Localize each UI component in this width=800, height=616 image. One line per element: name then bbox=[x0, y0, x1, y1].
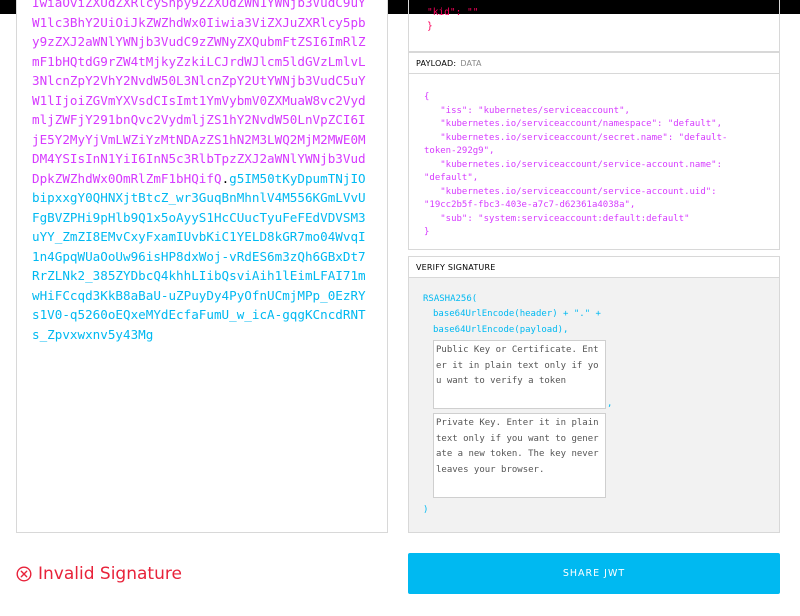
encoded-payload-segment: IwiaOviZXUdZXRlcyShpy9ZZXUdZWN1YWNjb3Vud… bbox=[32, 0, 366, 186]
verify-payload-line: base64UrlEncode(payload), bbox=[433, 325, 569, 335]
verify-comma: , bbox=[607, 399, 613, 409]
private-key-input[interactable]: Private Key. Enter it in plain text only… bbox=[433, 413, 606, 498]
payload-section-label: PAYLOAD: DATA bbox=[408, 52, 780, 74]
verify-header-line: base64UrlEncode(header) + "." + bbox=[433, 309, 601, 319]
payload-json[interactable]: { "iss": "kubernetes/serviceaccount", "k… bbox=[424, 91, 727, 240]
circle-x-icon bbox=[16, 566, 32, 582]
payload-section[interactable]: { "iss": "kubernetes/serviceaccount", "k… bbox=[408, 74, 780, 250]
encoded-signature-segment: g5IM50tKyDpumTNjIObipxxgY0QHNXjtBtcZ_wr3… bbox=[32, 170, 366, 342]
verify-algorithm: RSASHA256( bbox=[423, 294, 478, 304]
share-jwt-button[interactable]: SHARE JWT bbox=[408, 553, 780, 594]
signature-status: Invalid Signature bbox=[16, 562, 182, 586]
share-jwt-label: SHARE JWT bbox=[562, 568, 626, 579]
verify-section-label: VERIFY SIGNATURE bbox=[408, 256, 780, 278]
status-text: Invalid Signature bbox=[38, 564, 182, 584]
payload-sublabel: DATA bbox=[460, 59, 482, 68]
header-section[interactable]: "kid": "" } bbox=[408, 0, 780, 52]
header-json-snippet[interactable]: "kid": "" } bbox=[427, 6, 478, 34]
verify-close-paren: ) bbox=[423, 505, 429, 515]
verify-signature-section: RSASHA256( base64UrlEncode(header) + "."… bbox=[408, 278, 780, 533]
encoded-token-text[interactable]: IwiaOviZXUdZXRlcyShpy9ZZXUdZWN1YWNjb3Vud… bbox=[32, 0, 372, 344]
public-key-input[interactable]: Public Key or Certificate. Enter it in p… bbox=[433, 340, 606, 409]
decoded-panel: "kid": "" } PAYLOAD: DATA { "iss": "kuber… bbox=[408, 0, 780, 533]
encoded-token-panel[interactable]: IwiaOviZXUdZXRlcyShpy9ZZXUdZWN1YWNjb3Vud… bbox=[16, 0, 388, 533]
verify-label: VERIFY SIGNATURE bbox=[416, 263, 496, 272]
payload-label: PAYLOAD: bbox=[416, 59, 457, 68]
